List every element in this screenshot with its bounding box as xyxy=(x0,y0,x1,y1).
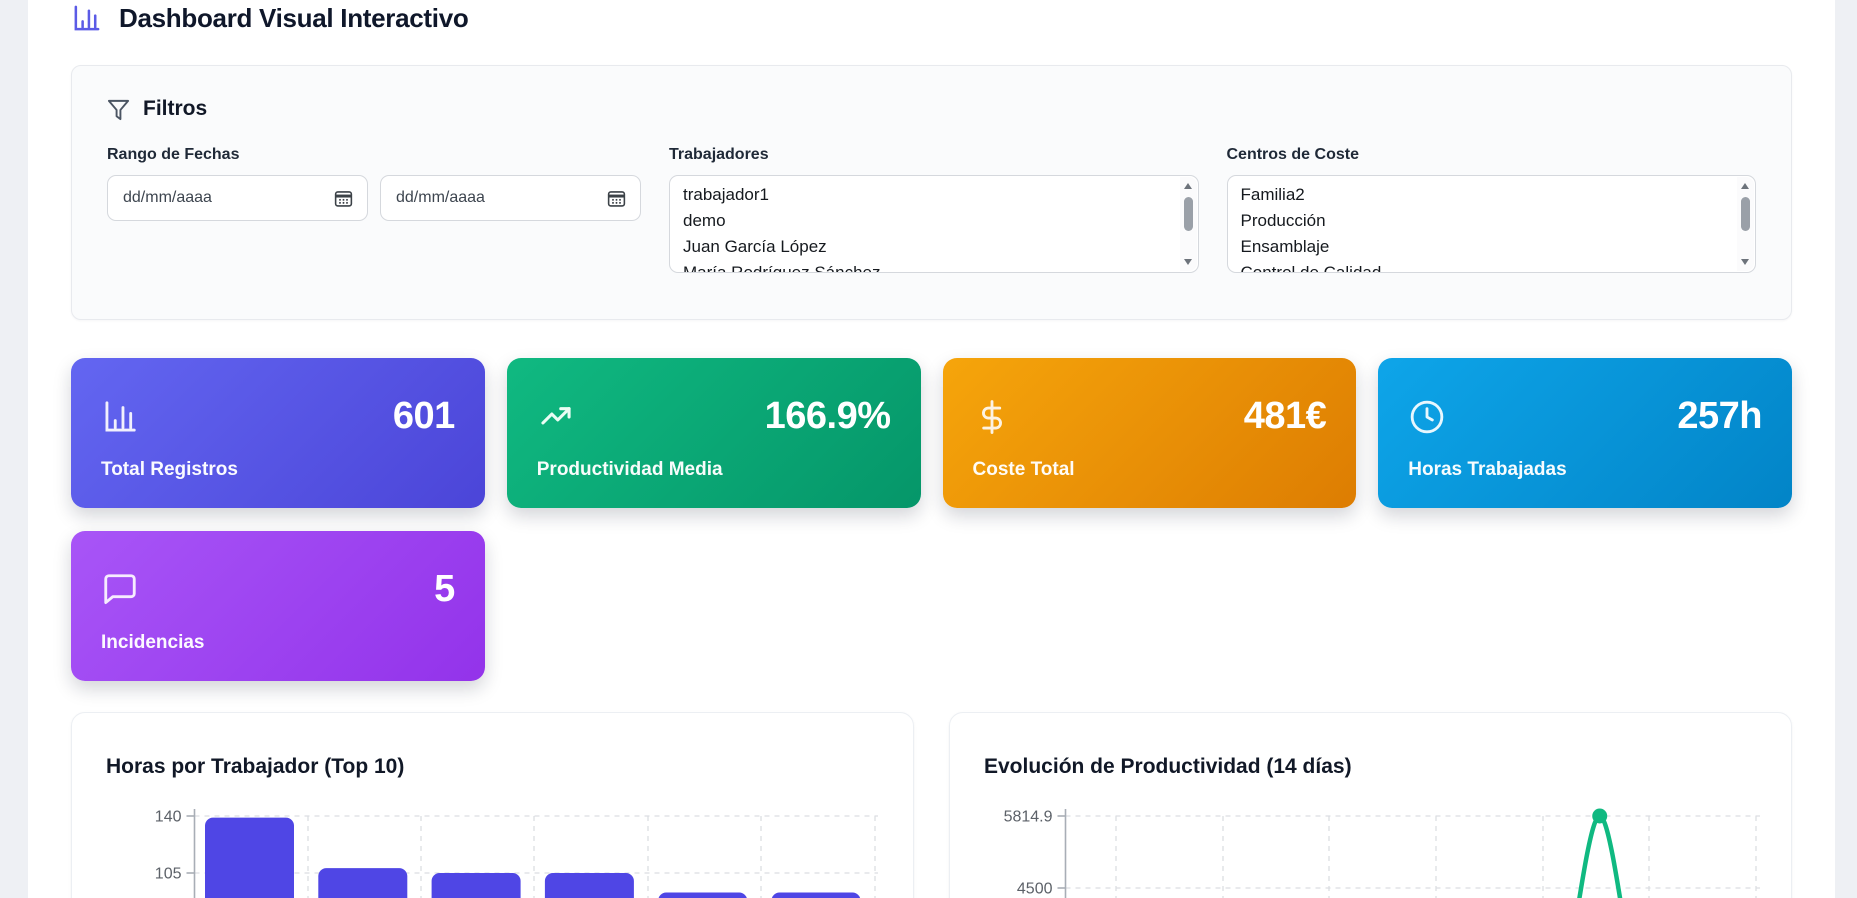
data-point[interactable] xyxy=(1592,808,1608,824)
filters-card: Filtros Rango de Fechas dd/mm/aaaa dd/mm… xyxy=(71,65,1792,320)
listbox-option[interactable]: Ensamblaje xyxy=(1241,234,1738,260)
kpi-card-incidencias: 5 Incidencias xyxy=(71,531,485,681)
cost-centers-scrollbar[interactable] xyxy=(1737,177,1754,271)
cost-centers-label: Centros de Coste xyxy=(1226,146,1359,163)
kpi-card-horas-trabajadas: 257h Horas Trabajadas xyxy=(1378,358,1792,508)
trending-up-icon xyxy=(537,398,575,436)
scrollbar-thumb[interactable] xyxy=(1183,197,1193,231)
date-end-input[interactable] xyxy=(394,188,605,208)
kpi-card-total-registros: 601 Total Registros xyxy=(71,358,485,508)
chart-title: Horas por Trabajador (Top 10) xyxy=(106,755,405,778)
dashboard-page: Dashboard Visual Interactivo Filtros Ran… xyxy=(28,0,1835,898)
kpi-label: Coste Total xyxy=(972,459,1075,480)
kpi-value: 601 xyxy=(392,395,455,437)
kpi-card-coste-total: 481€ Coste Total xyxy=(942,358,1357,508)
kpi-card-productividad-media: 166.9% Productividad Media xyxy=(506,358,921,508)
charts-row: 140 105 Horas por Trabajador (Top 10) 581… xyxy=(71,712,1792,898)
kpi-label: Incidencias xyxy=(101,632,205,653)
kpi-label: Total Registros xyxy=(101,459,238,480)
svg-text:5814.9: 5814.9 xyxy=(1004,809,1053,826)
workers-scrollbar[interactable] xyxy=(1179,177,1197,271)
listbox-option[interactable]: Familia2 xyxy=(1241,182,1738,208)
filter-cost-centers: Centros de Coste Familia2 Producción Ensam… xyxy=(1226,146,1756,273)
bar-chart-svg[interactable]: 140 105 xyxy=(72,713,913,898)
calendar-icon[interactable] xyxy=(605,187,627,209)
bar[interactable] xyxy=(205,817,294,898)
chart-title: Evolución de Productividad (14 días) xyxy=(984,755,1352,778)
kpi-label: Horas Trabajadas xyxy=(1408,459,1567,480)
listbox-option[interactable]: Producción xyxy=(1241,208,1738,234)
productivity-evolution-chart-card: 5814.9 4500 Evolución de Productividad (1… xyxy=(949,712,1792,898)
scroll-down-arrow-icon[interactable] xyxy=(1180,254,1197,269)
listbox-option[interactable]: María Rodríguez Sánchez xyxy=(683,260,1180,272)
kpi-grid: 601 Total Registros 166.9% Productividad… xyxy=(71,358,1792,508)
filter-workers: Trabajadores trabajador1 demo Juan García … xyxy=(669,146,1199,273)
date-end-field[interactable] xyxy=(380,175,641,221)
filters-grid: Rango de Fechas dd/mm/aaaa dd/mm/aaaa Tr… xyxy=(107,146,1756,273)
bar[interactable] xyxy=(771,892,861,898)
dollar-icon xyxy=(973,398,1011,436)
scroll-up-arrow-icon[interactable] xyxy=(1180,179,1197,194)
page-header: Dashboard Visual Interactivo xyxy=(71,0,1792,34)
kpi-value: 481€ xyxy=(1243,395,1327,437)
date-start-field[interactable] xyxy=(107,175,368,221)
message-icon xyxy=(101,571,139,609)
svg-text:105: 105 xyxy=(155,866,182,883)
workers-listbox[interactable]: trabajador1demoJuan García LópezMaría Ro… xyxy=(669,175,1199,273)
kpi-value: 257h xyxy=(1677,395,1762,437)
filters-header: Filtros xyxy=(107,97,1756,121)
productivity-line[interactable] xyxy=(1558,813,1642,898)
cost-centers-listbox[interactable]: Familia2ProducciónEnsamblajeControl de C… xyxy=(1226,175,1756,273)
clock-icon xyxy=(1408,398,1446,436)
line-chart-svg[interactable]: 5814.9 4500 xyxy=(950,713,1792,898)
svg-text:4500: 4500 xyxy=(1017,881,1053,898)
bar-chart-icon xyxy=(71,3,102,34)
listbox-option[interactable]: Control de Calidad xyxy=(1241,260,1738,272)
scroll-up-arrow-icon[interactable] xyxy=(1737,179,1754,194)
listbox-option[interactable]: Juan García López xyxy=(683,234,1180,260)
svg-text:140: 140 xyxy=(155,809,182,826)
kpi-label: Productividad Media xyxy=(536,459,723,480)
date-range-label: Rango de Fechas xyxy=(107,146,240,163)
workers-label: Trabajadores xyxy=(669,146,769,163)
kpi-grid-row2: 5 Incidencias xyxy=(71,531,1792,681)
scroll-down-arrow-icon[interactable] xyxy=(1737,254,1754,269)
filter-date-range: Rango de Fechas xyxy=(107,146,641,273)
filter-icon xyxy=(107,98,130,121)
listbox-option[interactable]: trabajador1 xyxy=(683,182,1180,208)
scrollbar-thumb[interactable] xyxy=(1741,197,1750,231)
bar[interactable] xyxy=(544,873,634,898)
bar-chart-icon xyxy=(101,398,139,436)
filters-title: Filtros xyxy=(143,97,208,120)
page-title: Dashboard Visual Interactivo xyxy=(119,3,469,33)
calendar-icon[interactable] xyxy=(332,187,354,209)
listbox-option[interactable]: demo xyxy=(683,208,1180,234)
bar[interactable] xyxy=(318,868,408,898)
hours-by-worker-chart-card: 140 105 Horas por Trabajador (Top 10) xyxy=(71,712,914,898)
date-start-input[interactable] xyxy=(121,188,332,208)
kpi-value: 166.9% xyxy=(764,395,891,437)
bar[interactable] xyxy=(431,873,521,898)
kpi-value: 5 xyxy=(434,568,455,610)
bar[interactable] xyxy=(658,892,747,898)
